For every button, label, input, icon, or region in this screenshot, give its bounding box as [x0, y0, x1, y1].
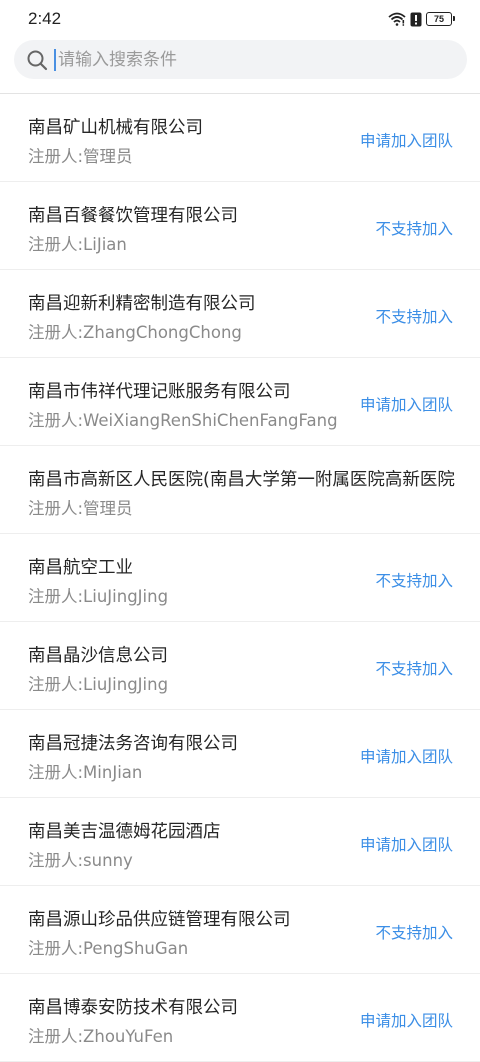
company-name: 南昌美吉温德姆花园酒店 [28, 822, 221, 842]
company-registrant: 注册人:ZhouYuFen [28, 1027, 174, 1046]
company-row[interactable]: 南昌矿山机械有限公司 注册人:管理员 申请加入团队 [0, 94, 480, 182]
company-registrant: 注册人:WeiXiangRenShiChenFangFang [28, 411, 338, 430]
battery-icon: 75 [426, 12, 455, 26]
company-registrant: 注册人:PengShuGan [28, 939, 189, 958]
status-icons: 75 [388, 12, 455, 27]
status-time: 2:42 [28, 9, 62, 28]
company-list: 南昌矿山机械有限公司 注册人:管理员 申请加入团队 南昌百餐餐饮管理有限公司 注… [0, 94, 480, 1062]
company-registrant: 注册人:sunny [28, 851, 133, 870]
company-name: 南昌百餐餐饮管理有限公司 [28, 206, 238, 226]
company-row[interactable]: 南昌迎新利精密制造有限公司 注册人:ZhangChongChong 不支持加入 [0, 270, 480, 358]
company-row[interactable]: 南昌市高新区人民医院(南昌大学第一附属医院高新医院 注册人:管理员 [0, 446, 480, 534]
company-name: 南昌市高新区人民医院(南昌大学第一附属医院高新医院 [28, 470, 455, 490]
company-row[interactable]: 南昌源山珍品供应链管理有限公司 注册人:PengShuGan 不支持加入 [0, 886, 480, 974]
status-bar: 2:42 75 [0, 0, 480, 36]
company-registrant: 注册人:LiJian [28, 235, 127, 254]
apply-join-team-button[interactable]: 申请加入团队 [360, 833, 453, 855]
company-name: 南昌迎新利精密制造有限公司 [28, 294, 256, 314]
search-bar[interactable] [14, 40, 467, 79]
company-row[interactable]: 南昌市伟祥代理记账服务有限公司 注册人:WeiXiangRenShiChenFa… [0, 358, 480, 446]
search-icon [27, 50, 48, 70]
company-name: 南昌晶沙信息公司 [28, 646, 168, 666]
apply-join-team-button[interactable]: 申请加入团队 [360, 1009, 453, 1031]
company-registrant: 注册人:管理员 [28, 147, 133, 166]
company-row[interactable]: 南昌美吉温德姆花园酒店 注册人:sunny 申请加入团队 [0, 798, 480, 886]
apply-join-team-button[interactable]: 申请加入团队 [360, 393, 453, 415]
company-row[interactable]: 南昌冠捷法务咨询有限公司 注册人:MinJian 申请加入团队 [0, 710, 480, 798]
join-not-supported-label: 不支持加入 [375, 572, 453, 590]
company-name: 南昌冠捷法务咨询有限公司 [28, 734, 238, 754]
battery-level: 75 [433, 14, 444, 24]
company-row[interactable]: 南昌百餐餐饮管理有限公司 注册人:LiJian 不支持加入 [0, 182, 480, 270]
company-registrant: 注册人:管理员 [28, 499, 133, 518]
wifi-icon [388, 12, 406, 26]
join-not-supported-label: 不支持加入 [375, 660, 453, 678]
company-registrant: 注册人:LiuJingJing [28, 675, 169, 694]
search-input[interactable] [54, 48, 434, 71]
join-not-supported-label: 不支持加入 [375, 220, 453, 238]
apply-join-team-button[interactable]: 申请加入团队 [360, 745, 453, 767]
company-row[interactable]: 南昌博泰安防技术有限公司 注册人:ZhouYuFen 申请加入团队 [0, 974, 480, 1062]
company-name: 南昌源山珍品供应链管理有限公司 [28, 910, 291, 930]
company-row[interactable]: 南昌航空工业 注册人:LiuJingJing 不支持加入 [0, 534, 480, 622]
join-not-supported-label: 不支持加入 [375, 924, 453, 942]
company-registrant: 注册人:LiuJingJing [28, 587, 169, 606]
company-name: 南昌博泰安防技术有限公司 [28, 998, 238, 1018]
join-not-supported-label: 不支持加入 [375, 308, 453, 326]
apply-join-team-button[interactable]: 申请加入团队 [360, 129, 453, 151]
company-registrant: 注册人:ZhangChongChong [28, 323, 242, 342]
company-name: 南昌航空工业 [28, 558, 133, 578]
company-name: 南昌矿山机械有限公司 [28, 118, 203, 138]
alert-icon [410, 12, 422, 26]
company-registrant: 注册人:MinJian [28, 763, 143, 782]
company-name: 南昌市伟祥代理记账服务有限公司 [28, 382, 291, 402]
company-row[interactable]: 南昌晶沙信息公司 注册人:LiuJingJing 不支持加入 [0, 622, 480, 710]
